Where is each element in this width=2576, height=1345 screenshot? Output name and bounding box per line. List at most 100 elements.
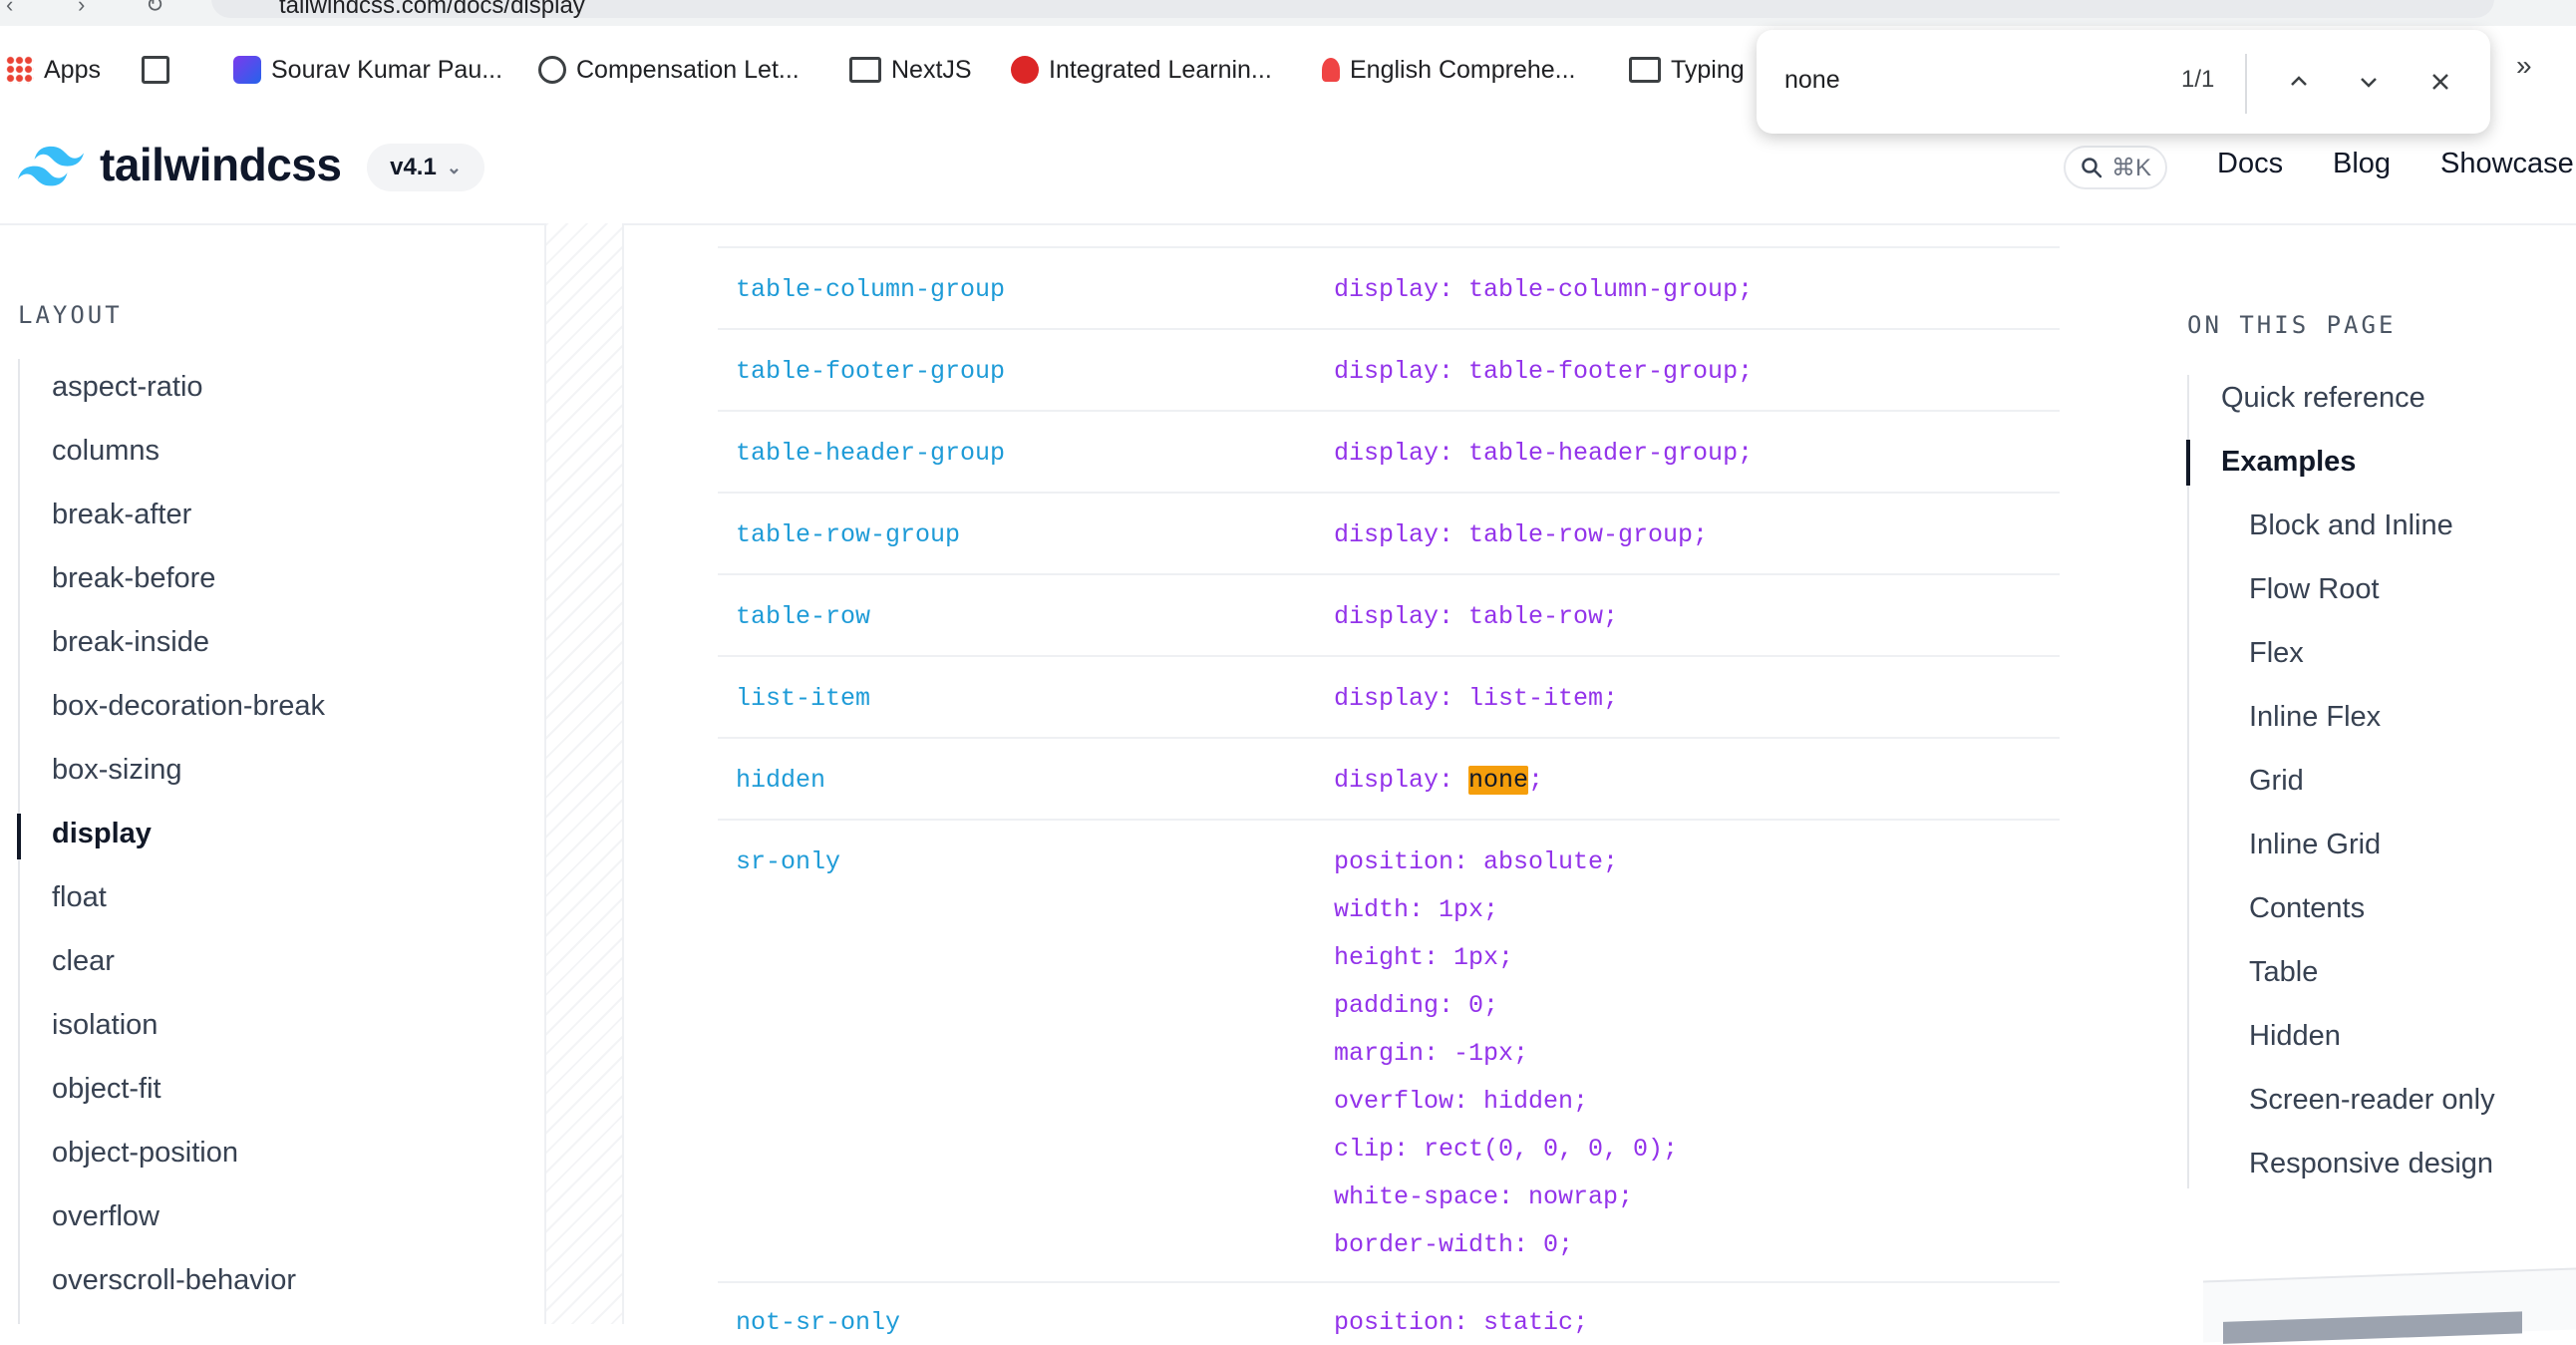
- toc-item-hidden[interactable]: Hidden: [2249, 1020, 2341, 1053]
- table-cell-properties: display: table-row-group;: [1334, 520, 1709, 549]
- table-cell-properties: border-width: 0;: [1334, 1230, 1574, 1259]
- bookmark-label: Sourav Kumar Pau...: [271, 55, 503, 84]
- bookmark-profile[interactable]: Sourav Kumar Pau...: [233, 50, 502, 90]
- table-cell-class: table-column-group: [736, 275, 1006, 304]
- chevron-down-icon: [2361, 78, 2377, 88]
- table-cell-class: not-sr-only: [736, 1308, 901, 1337]
- toc-title: ON THIS PAGE: [2187, 311, 2397, 339]
- toc-item-quick-reference[interactable]: Quick reference: [2221, 382, 2425, 415]
- table-cell-properties: display: list-item;: [1334, 684, 1619, 713]
- sidebar-item-break-inside[interactable]: break-inside: [52, 626, 209, 659]
- sidebar-item-object-fit[interactable]: object-fit: [52, 1073, 161, 1106]
- sidebar-item-overflow[interactable]: overflow: [52, 1200, 160, 1233]
- sidebar-item-break-before[interactable]: break-before: [52, 562, 215, 595]
- toc-item-screen-reader-only[interactable]: Screen-reader only: [2249, 1084, 2495, 1117]
- find-next-button[interactable]: [2349, 62, 2389, 102]
- profile-icon: [233, 56, 261, 84]
- bookmark-tab-groups[interactable]: [142, 50, 169, 90]
- sidebar-item-isolation[interactable]: isolation: [52, 1009, 158, 1042]
- nav-docs[interactable]: Docs: [2217, 148, 2283, 180]
- tab-groups-icon: [142, 56, 169, 84]
- table-cell-properties: clip: rect(0, 0, 0, 0);: [1334, 1135, 1679, 1164]
- toc-item-inline-flex[interactable]: Inline Flex: [2249, 701, 2381, 734]
- sidebar-item-aspect-ratio[interactable]: aspect-ratio: [52, 371, 203, 404]
- sidebar-item-clear[interactable]: clear: [52, 945, 115, 978]
- gutter-pattern: [546, 223, 624, 1324]
- chevron-up-icon: [2291, 76, 2307, 86]
- table-cell-class: table-row: [736, 602, 871, 631]
- table-divider: [718, 737, 2060, 739]
- toc-active-indicator: [2186, 440, 2190, 486]
- sidebar-item-overscroll-behavior[interactable]: overscroll-behavior: [52, 1264, 296, 1297]
- table-cell-class: table-footer-group: [736, 357, 1006, 386]
- play-icon: [1011, 56, 1039, 84]
- search-button[interactable]: ⌘K: [2064, 146, 2167, 189]
- bookmark-typing[interactable]: Typing: [1629, 50, 1745, 90]
- table-cell-properties: position: absolute;: [1334, 847, 1619, 876]
- sidebar-item-box-decoration-break[interactable]: box-decoration-break: [52, 690, 325, 723]
- sidebar-item-box-sizing[interactable]: box-sizing: [52, 754, 182, 787]
- toc-item-block-and-inline[interactable]: Block and Inline: [2249, 509, 2453, 542]
- toc-item-grid[interactable]: Grid: [2249, 765, 2304, 798]
- table-divider: [718, 655, 2060, 657]
- sidebar-item-float[interactable]: float: [52, 881, 107, 914]
- promo-card-thumbnail[interactable]: [2203, 1267, 2576, 1344]
- table-cell-properties: height: 1px;: [1334, 943, 1514, 972]
- toc-item-responsive-design[interactable]: Responsive design: [2249, 1148, 2493, 1180]
- close-icon: [2432, 74, 2448, 90]
- table-divider: [718, 410, 2060, 412]
- table-cell-class: hidden: [736, 766, 826, 795]
- toc-item-examples[interactable]: Examples: [2221, 446, 2356, 479]
- bookmark-compensation[interactable]: Compensation Let...: [538, 50, 800, 90]
- table-cell-class: list-item: [736, 684, 871, 713]
- sidebar-item-break-after[interactable]: break-after: [52, 499, 191, 531]
- table-cell-properties: display: table-column-group;: [1334, 275, 1754, 304]
- version-selector[interactable]: v4.1 ⌄: [367, 144, 484, 191]
- forward-icon[interactable]: ›: [78, 0, 85, 18]
- more-bookmarks-icon[interactable]: »: [2516, 50, 2532, 82]
- find-close-button[interactable]: [2420, 62, 2460, 102]
- bookmark-nextjs[interactable]: NextJS: [849, 50, 972, 90]
- table-cell-properties: display: table-header-group;: [1334, 439, 1754, 468]
- sidebar-active-indicator: [17, 814, 21, 859]
- search-icon: [2082, 158, 2102, 178]
- bookmark-english[interactable]: English Comprehe...: [1322, 50, 1576, 90]
- folder-icon: [849, 57, 881, 83]
- toc-item-flex[interactable]: Flex: [2249, 637, 2304, 670]
- bookmark-apps[interactable]: Apps: [6, 50, 101, 90]
- folder-icon: [1629, 57, 1661, 83]
- table-cell-class: sr-only: [736, 847, 841, 876]
- toc-item-contents[interactable]: Contents: [2249, 892, 2365, 925]
- table-divider: [718, 492, 2060, 494]
- back-icon[interactable]: ‹: [6, 0, 13, 18]
- sidebar-item-columns[interactable]: columns: [52, 435, 160, 468]
- toc-item-flow-root[interactable]: Flow Root: [2249, 573, 2380, 606]
- table-cell-class: table-header-group: [736, 439, 1006, 468]
- bookmark-label: Integrated Learnin...: [1049, 55, 1272, 84]
- prop-prefix: display:: [1334, 766, 1469, 795]
- table-cell-class: table-row-group: [736, 520, 961, 549]
- find-divider: [2245, 54, 2247, 114]
- sidebar-item-object-position[interactable]: object-position: [52, 1137, 238, 1170]
- sidebar-item-display[interactable]: display: [52, 818, 152, 850]
- find-input[interactable]: none: [1784, 66, 1840, 95]
- table-cell-properties: display: table-footer-group;: [1334, 357, 1754, 386]
- sidebar-section-title: LAYOUT: [18, 301, 123, 329]
- url-text[interactable]: tailwindcss.com/docs/display: [279, 0, 585, 20]
- find-previous-button[interactable]: [2279, 62, 2319, 102]
- brand-name[interactable]: tailwindcss: [100, 138, 342, 191]
- nav-showcase[interactable]: Showcase: [2440, 148, 2574, 180]
- nav-blog[interactable]: Blog: [2333, 148, 2391, 180]
- table-cell-properties: white-space: nowrap;: [1334, 1182, 1634, 1211]
- table-divider: [718, 819, 2060, 821]
- table-cell-properties: width: 1px;: [1334, 895, 1499, 924]
- bookmark-integrated-learning[interactable]: Integrated Learnin...: [1011, 50, 1272, 90]
- bookmark-label: Apps: [44, 55, 101, 84]
- tailwind-logo-icon[interactable]: [18, 146, 84, 187]
- table-divider: [718, 573, 2060, 575]
- bookmark-label: Compensation Let...: [576, 55, 800, 84]
- reload-icon[interactable]: ↻: [146, 0, 163, 18]
- toc-item-inline-grid[interactable]: Inline Grid: [2249, 829, 2381, 861]
- bookmark-label: Typing: [1671, 55, 1745, 84]
- toc-item-table[interactable]: Table: [2249, 956, 2318, 989]
